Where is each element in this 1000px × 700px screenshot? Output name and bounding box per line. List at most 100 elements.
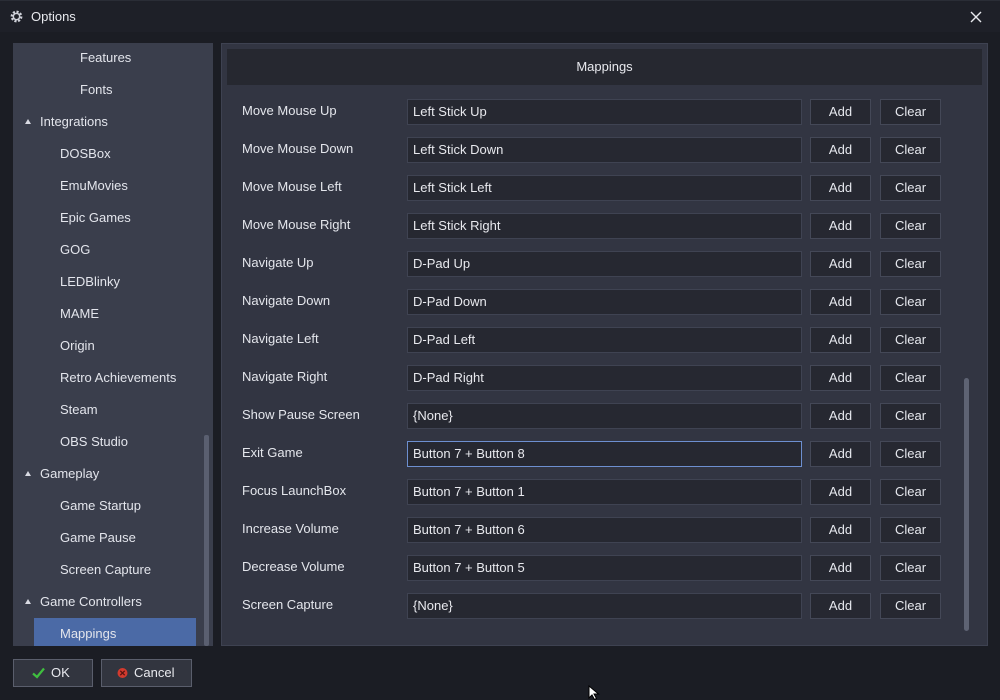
mapping-row: Focus LaunchBox Button 7 + Button 1 Add Cle… xyxy=(222,479,962,517)
expand-triangle-icon[interactable] xyxy=(25,599,31,604)
add-button[interactable]: Add xyxy=(810,555,871,581)
mapping-input[interactable]: Button 7 + Button 8 xyxy=(407,441,802,467)
checkmark-icon xyxy=(32,667,45,679)
add-button[interactable]: Add xyxy=(810,593,871,619)
sidebar-item-label: OBS Studio xyxy=(60,434,128,449)
sidebar-item-label: Gameplay xyxy=(40,466,100,481)
sidebar-item-epic-games[interactable]: Epic Games xyxy=(13,202,208,232)
sidebar-item-game-controllers[interactable]: Game Controllers xyxy=(13,586,208,616)
mapping-input[interactable]: {None} xyxy=(407,593,802,619)
sidebar-item-steam[interactable]: Steam xyxy=(13,394,208,424)
ok-button[interactable]: OK xyxy=(13,659,93,687)
sidebar-item-mame[interactable]: MAME xyxy=(13,298,208,328)
mapping-row: Move Mouse Up Left Stick Up Add Clear xyxy=(222,99,962,137)
mapping-input[interactable]: Button 7 + Button 1 xyxy=(407,479,802,505)
add-button[interactable]: Add xyxy=(810,137,871,163)
cancel-button[interactable]: Cancel xyxy=(101,659,192,687)
page-title: Mappings xyxy=(227,49,982,85)
sidebar-item-label: Game Controllers xyxy=(40,594,142,609)
clear-button[interactable]: Clear xyxy=(880,517,941,543)
sidebar-item-label: Game Startup xyxy=(60,498,141,513)
expand-triangle-icon[interactable] xyxy=(25,119,31,124)
mapping-label: Increase Volume xyxy=(242,521,339,536)
mapping-input[interactable]: D-Pad Up xyxy=(407,251,802,277)
mapping-input[interactable]: Button 7 + Button 6 xyxy=(407,517,802,543)
clear-button[interactable]: Clear xyxy=(880,441,941,467)
clear-button[interactable]: Clear xyxy=(880,175,941,201)
mapping-row: Navigate Right D-Pad Right Add Clear xyxy=(222,365,962,403)
mapping-label: Show Pause Screen xyxy=(242,407,360,422)
clear-button[interactable]: Clear xyxy=(880,289,941,315)
add-button[interactable]: Add xyxy=(810,403,871,429)
mapping-row: Move Mouse Down Left Stick Down Add Clear xyxy=(222,137,962,175)
add-button[interactable]: Add xyxy=(810,479,871,505)
add-button[interactable]: Add xyxy=(810,289,871,315)
sidebar-item-label: Screen Capture xyxy=(60,562,152,577)
add-button[interactable]: Add xyxy=(810,175,871,201)
sidebar-item-label: Mappings xyxy=(60,626,117,641)
sidebar-item-label: EmuMovies xyxy=(60,178,128,193)
mapping-input[interactable]: D-Pad Left xyxy=(407,327,802,353)
sidebar-item-ledblinky[interactable]: LEDBlinky xyxy=(13,266,208,296)
sidebar-item-label: Retro Achievements xyxy=(60,370,177,385)
sidebar-item-origin[interactable]: Origin xyxy=(13,330,208,360)
clear-button[interactable]: Clear xyxy=(880,365,941,391)
sidebar-item-integrations[interactable]: Integrations xyxy=(13,106,208,136)
sidebar-item-mappings[interactable]: Mappings xyxy=(34,618,196,646)
mapping-label: Navigate Left xyxy=(242,331,319,346)
clear-button[interactable]: Clear xyxy=(880,251,941,277)
mapping-input[interactable]: Button 7 + Button 5 xyxy=(407,555,802,581)
sidebar-item-dosbox[interactable]: DOSBox xyxy=(13,138,208,168)
mapping-label: Navigate Down xyxy=(242,293,331,308)
clear-button[interactable]: Clear xyxy=(880,213,941,239)
mapping-input[interactable]: D-Pad Down xyxy=(407,289,802,315)
title-bar: Options xyxy=(0,0,1000,32)
sidebar-item-screen-capture[interactable]: Screen Capture xyxy=(13,554,208,584)
sidebar-item-features[interactable]: Features xyxy=(13,43,208,72)
clear-button[interactable]: Clear xyxy=(880,479,941,505)
mapping-label: Navigate Up xyxy=(242,255,314,270)
close-icon[interactable] xyxy=(966,7,986,27)
add-button[interactable]: Add xyxy=(810,99,871,125)
sidebar-item-retro-achievements[interactable]: Retro Achievements xyxy=(13,362,208,392)
sidebar-item-emumovies[interactable]: EmuMovies xyxy=(13,170,208,200)
sidebar-item-gog[interactable]: GOG xyxy=(13,234,208,264)
mapping-label: Exit Game xyxy=(242,445,303,460)
sidebar-item-label: Game Pause xyxy=(60,530,136,545)
expand-triangle-icon[interactable] xyxy=(25,471,31,476)
add-button[interactable]: Add xyxy=(810,251,871,277)
add-button[interactable]: Add xyxy=(810,213,871,239)
mapping-row: Navigate Up D-Pad Up Add Clear xyxy=(222,251,962,289)
mapping-row: Decrease Volume Button 7 + Button 5 Add Cle… xyxy=(222,555,962,593)
clear-button[interactable]: Clear xyxy=(880,403,941,429)
mapping-input[interactable]: Left Stick Left xyxy=(407,175,802,201)
gear-icon xyxy=(10,10,23,23)
sidebar-item-game-startup[interactable]: Game Startup xyxy=(13,490,208,520)
clear-button[interactable]: Clear xyxy=(880,327,941,353)
mappings-scrollbar[interactable] xyxy=(964,378,969,631)
clear-button[interactable]: Clear xyxy=(880,593,941,619)
cancel-icon xyxy=(117,668,128,678)
add-button[interactable]: Add xyxy=(810,441,871,467)
options-sidebar[interactable]: Features Fonts Integrations DOSBox EmuMovies… xyxy=(13,43,213,646)
clear-button[interactable]: Clear xyxy=(880,555,941,581)
mappings-panel: Mappings Move Mouse Up Left Stick Up Add Cl… xyxy=(221,43,988,646)
sidebar-item-fonts[interactable]: Fonts xyxy=(13,74,208,104)
mouse-cursor-icon xyxy=(588,685,600,700)
sidebar-item-game-pause[interactable]: Game Pause xyxy=(13,522,208,552)
mapping-row: Navigate Left D-Pad Left Add Clear xyxy=(222,327,962,365)
mapping-input[interactable]: Left Stick Up xyxy=(407,99,802,125)
sidebar-item-gameplay[interactable]: Gameplay xyxy=(13,458,208,488)
mapping-label: Move Mouse Left xyxy=(242,179,342,194)
window-title: Options xyxy=(31,9,76,24)
mapping-input[interactable]: {None} xyxy=(407,403,802,429)
clear-button[interactable]: Clear xyxy=(880,137,941,163)
sidebar-item-obs-studio[interactable]: OBS Studio xyxy=(13,426,208,456)
mapping-input[interactable]: D-Pad Right xyxy=(407,365,802,391)
mapping-input[interactable]: Left Stick Down xyxy=(407,137,802,163)
add-button[interactable]: Add xyxy=(810,517,871,543)
mapping-input[interactable]: Left Stick Right xyxy=(407,213,802,239)
clear-button[interactable]: Clear xyxy=(880,99,941,125)
add-button[interactable]: Add xyxy=(810,365,871,391)
add-button[interactable]: Add xyxy=(810,327,871,353)
